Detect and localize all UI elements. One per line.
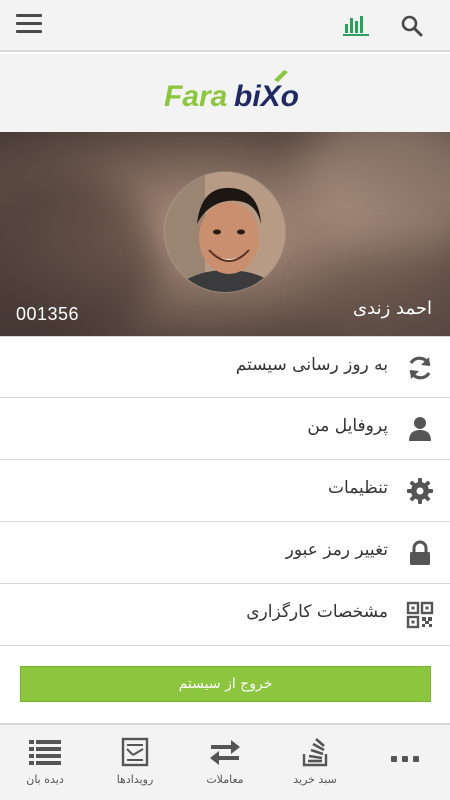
farabixo-logo: Fara biXo <box>164 70 299 113</box>
logo-text-bixo: biXo <box>234 80 299 113</box>
nav-item-events[interactable]: رویدادها <box>90 725 180 800</box>
logo-text-fara: Fara <box>164 80 227 113</box>
avatar-photo <box>165 172 285 292</box>
user-name: احمد زندی <box>353 298 432 319</box>
nav-item-label: دیده بان <box>26 773 64 786</box>
nav-item-cart[interactable]: سبد خرید <box>270 725 360 800</box>
nav-item-trades[interactable]: معاملات <box>180 725 270 800</box>
transfer-arrows-icon <box>210 740 240 765</box>
menu-item-label: تغییر رمز عبور <box>285 540 388 560</box>
logout-button[interactable]: خروج از سیستم <box>20 666 431 702</box>
background-blur <box>320 242 450 336</box>
more-dots-icon <box>391 756 419 762</box>
bar-chart-icon[interactable] <box>343 13 369 37</box>
logo-bar: Fara biXo <box>0 54 450 132</box>
nav-item-watchlist[interactable]: دیده بان <box>0 725 90 800</box>
menu-item-label: مشخصات کارگزاری <box>246 602 388 622</box>
search-icon[interactable] <box>400 14 424 38</box>
nav-item-label: سبد خرید <box>293 773 337 786</box>
menu-item-label: پروفایل من <box>307 416 388 436</box>
nav-item-label: رویدادها <box>116 773 154 786</box>
menu-item-change-password[interactable]: تغییر رمز عبور <box>0 522 450 584</box>
hamburger-menu-icon[interactable] <box>16 14 42 36</box>
side-menu: به روز رسانی سیستم پروفایل من تنظیمات تغ… <box>0 336 450 646</box>
events-icon <box>121 737 149 767</box>
user-icon <box>409 417 431 441</box>
nav-item-more[interactable] <box>360 725 450 800</box>
user-id: 001356 <box>16 304 80 324</box>
refresh-icon <box>409 356 431 380</box>
menu-item-my-profile[interactable]: پروفایل من <box>0 398 450 460</box>
watchlist-icon <box>29 740 61 765</box>
menu-item-label: به روز رسانی سیستم <box>235 355 388 375</box>
profile-header: 001356 احمد زندی <box>0 132 450 336</box>
nav-item-label: معاملات <box>206 773 244 786</box>
cart-stack-icon <box>302 738 328 767</box>
top-bar <box>0 0 450 52</box>
menu-item-system-update[interactable]: به روز رسانی سیستم <box>0 336 450 398</box>
menu-item-settings[interactable]: تنظیمات <box>0 460 450 522</box>
menu-item-broker-info[interactable]: مشخصات کارگزاری <box>0 584 450 646</box>
gear-icon <box>407 478 433 504</box>
menu-item-label: تنظیمات <box>328 478 388 498</box>
lock-icon <box>410 540 430 565</box>
qr-code-icon <box>406 601 434 629</box>
bottom-navigation: دیده بان رویدادها معاملات سبد خرید <box>0 724 450 800</box>
avatar[interactable] <box>165 172 285 292</box>
logout-section: خروج از سیستم <box>0 648 450 724</box>
